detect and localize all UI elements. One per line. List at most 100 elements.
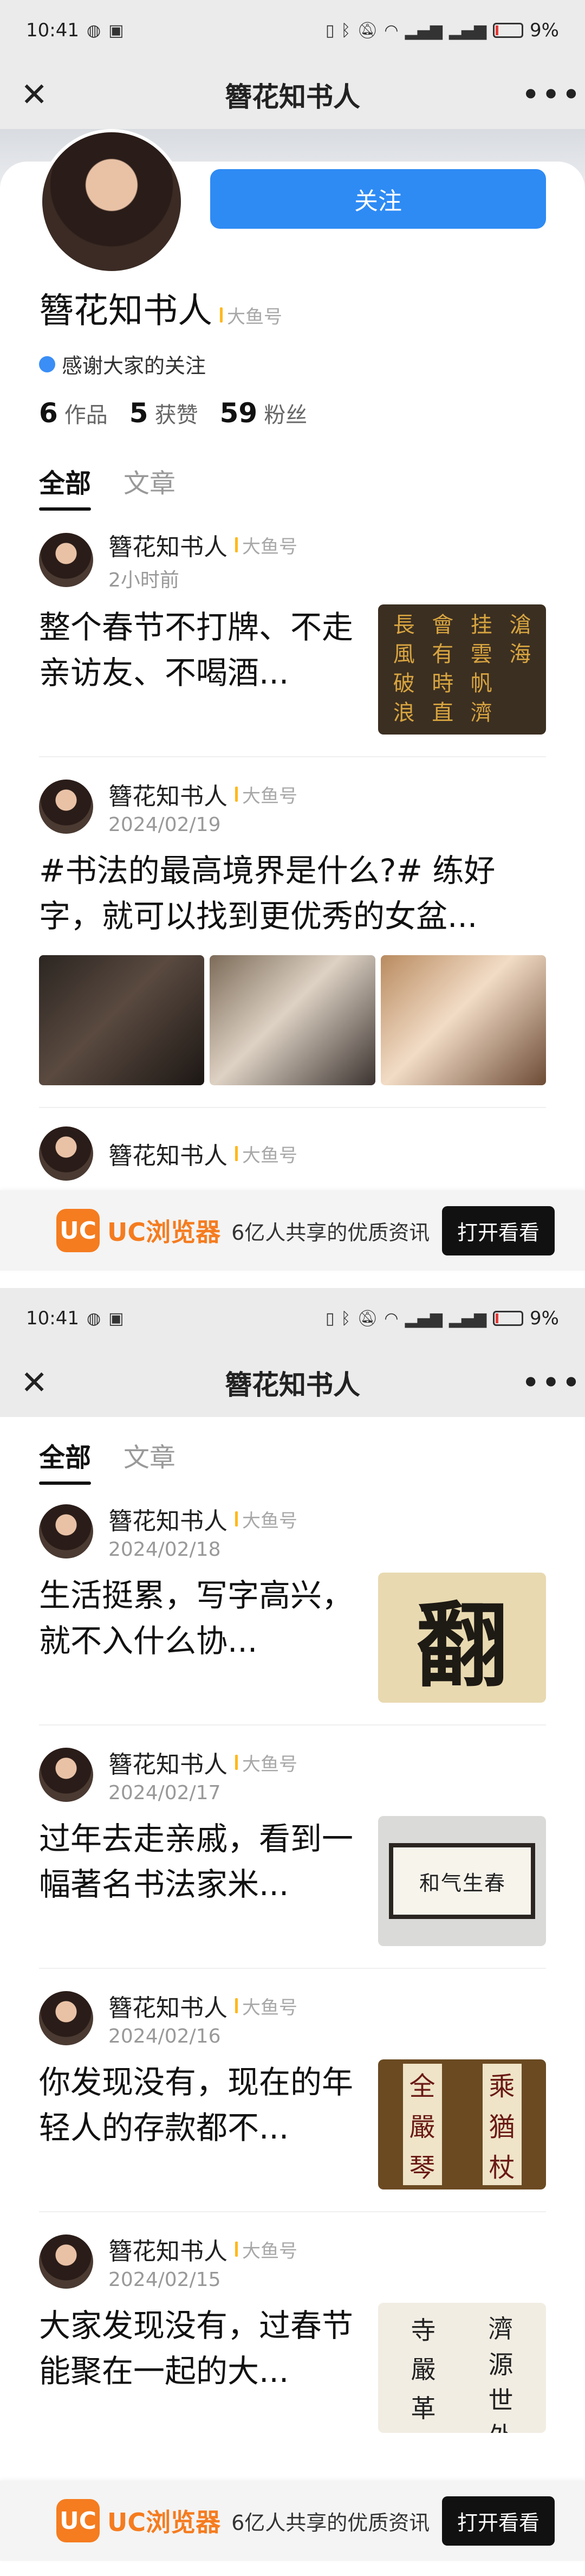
author-avatar[interactable]	[39, 533, 93, 587]
stat-works[interactable]: 6 作品	[39, 397, 108, 429]
status-bar: 10:41 ◍ ▣ ▯ ᛒ 🔕︎ ◠ ▂▄▆ ▂▄▆ 9%	[0, 1288, 585, 1349]
vibrate-icon: ▯	[325, 21, 335, 40]
post-title[interactable]: #书法的最高境界是什么?# 练好字，就可以找到更优秀的女盆...	[39, 848, 546, 939]
account-badge: 大鱼号	[235, 1141, 297, 1167]
uc-promo-bar: UC UC浏览器 6亿人共享的优质资讯 打开看看	[0, 1190, 585, 1271]
post-item[interactable]: 簪花知书人 大鱼号 2024/02/18 生活挺累，写字高兴，就不入什么协...…	[39, 1482, 546, 1725]
post-feed: 簪花知书人 大鱼号 2小时前 整个春节不打牌、不走亲访友、不喝酒... 長會挂滄…	[0, 508, 585, 1181]
post-thumbnail-calligraphy[interactable]: 全嚴琴 乘猶杖	[378, 2059, 546, 2189]
profile-name: 簪花知书人	[39, 291, 212, 331]
post-time: 2小时前	[108, 569, 179, 591]
screenshot-bottom: 10:41 ◍ ▣ ▯ ᛒ 🔕︎ ◠ ▂▄▆ ▂▄▆ 9% ✕ 簪花知书人 ••…	[0, 1288, 585, 2576]
battery-level: 9%	[530, 1308, 559, 1329]
post-item[interactable]: 簪花知书人 大鱼号 2024/02/17 过年去走亲戚，看到一幅著名书法家米..…	[39, 1725, 546, 1969]
author-avatar[interactable]	[39, 1504, 93, 1559]
status-bar: 10:41 ◍ ▣ ▯ ᛒ 🔕︎ ◠ ▂▄▆ ▂▄▆ 9%	[0, 0, 585, 61]
author-name[interactable]: 簪花知书人	[108, 1988, 227, 2023]
signal-icon-2: ▂▄▆	[448, 1309, 487, 1328]
author-name[interactable]: 簪花知书人	[108, 1136, 227, 1171]
content-tabs: 全部 文章	[0, 454, 585, 511]
post-time: 2024/02/19	[108, 814, 221, 836]
uc-brand-name: UC浏览器	[107, 2508, 221, 2537]
signal-icon: ▂▄▆	[405, 1309, 443, 1328]
author-name[interactable]: 簪花知书人	[108, 527, 227, 562]
account-badge: 大鱼号	[220, 302, 282, 329]
tab-all[interactable]: 全部	[39, 462, 92, 511]
uc-promo-bar: UC UC浏览器 6亿人共享的优质资讯 打开看看	[0, 2481, 585, 2561]
bluetooth-icon: ᛒ	[341, 1309, 351, 1328]
post-photo[interactable]	[39, 955, 205, 1085]
author-avatar[interactable]	[39, 1126, 93, 1181]
post-feed: 簪花知书人 大鱼号 2024/02/18 生活挺累，写字高兴，就不入什么协...…	[0, 1482, 585, 2455]
account-badge: 大鱼号	[235, 2236, 297, 2263]
post-thumbnail-calligraphy[interactable]: 翻	[378, 1573, 546, 1703]
mute-icon: 🔕︎	[357, 21, 378, 40]
post-photo[interactable]	[380, 955, 546, 1085]
post-title[interactable]: 过年去走亲戚，看到一幅著名书法家米...	[39, 1816, 362, 1907]
page-title: 簪花知书人	[225, 81, 360, 113]
author-name[interactable]: 簪花知书人	[108, 1745, 227, 1780]
battery-level: 9%	[530, 20, 559, 41]
uc-logo-icon: UC	[56, 2499, 100, 2542]
top-nav: ✕ 簪花知书人 •••	[0, 1349, 585, 1417]
post-time: 2024/02/17	[108, 1782, 221, 1804]
post-photo[interactable]	[210, 955, 375, 1085]
stat-fans[interactable]: 59 粉丝	[220, 397, 308, 429]
post-title[interactable]: 你发现没有，现在的年轻人的存款都不...	[39, 2059, 362, 2150]
wifi-icon: ◠	[384, 1309, 399, 1328]
post-title[interactable]: 生活挺累，写字高兴，就不入什么协...	[39, 1573, 362, 1664]
open-app-button[interactable]: 打开看看	[441, 1206, 555, 1255]
author-name[interactable]: 簪花知书人	[108, 2232, 227, 2266]
author-avatar[interactable]	[39, 2234, 93, 2289]
account-badge: 大鱼号	[235, 1749, 297, 1776]
person-icon	[39, 356, 55, 372]
page-title: 簪花知书人	[225, 1369, 360, 1401]
account-badge: 大鱼号	[235, 781, 297, 808]
nfc-icon: ▣	[108, 21, 124, 40]
uc-slogan: 6亿人共享的优质资讯	[231, 2510, 430, 2535]
post-thumbnail-calligraphy[interactable]: 寺嚴革 濟源世外	[378, 2303, 546, 2433]
more-icon[interactable]: •••	[521, 79, 581, 111]
post-title[interactable]: 大家发现没有，过春节能聚在一起的大...	[39, 2303, 362, 2394]
post-item[interactable]: 簪花知书人 大鱼号 2024/02/15 大家发现没有，过春节能聚在一起的大..…	[39, 2212, 546, 2455]
mute-icon: 🔕︎	[357, 1309, 378, 1328]
profile-card: 关注 簪花知书人 大鱼号 感谢大家的关注 6 作品 5 获赞 59 粉丝	[0, 129, 585, 429]
tab-articles[interactable]: 文章	[123, 462, 176, 500]
stat-likes[interactable]: 5 获赞	[129, 397, 198, 429]
post-item[interactable]: 簪花知书人 大鱼号 2小时前 整个春节不打牌、不走亲访友、不喝酒... 長會挂滄…	[39, 508, 546, 757]
follow-button[interactable]: 关注	[210, 169, 546, 229]
account-badge: 大鱼号	[235, 532, 297, 558]
profile-avatar[interactable]	[39, 129, 184, 274]
post-time: 2024/02/16	[108, 2025, 221, 2047]
open-app-button[interactable]: 打开看看	[441, 2496, 555, 2546]
post-item[interactable]: 簪花知书人 大鱼号 2024/02/16 你发现没有，现在的年轻人的存款都不..…	[39, 1969, 546, 2212]
tab-articles[interactable]: 文章	[123, 1436, 176, 1474]
post-time: 2024/02/15	[108, 2269, 221, 2291]
vibrate-icon: ▯	[325, 1309, 335, 1328]
signal-icon-2: ▂▄▆	[448, 21, 487, 40]
uc-logo-icon: UC	[56, 1209, 100, 1252]
post-title[interactable]: 整个春节不打牌、不走亲访友、不喝酒...	[39, 604, 362, 695]
post-item[interactable]: 簪花知书人 大鱼号 2024/02/19 #书法的最高境界是什么?# 练好字，就…	[39, 757, 546, 1108]
author-avatar[interactable]	[39, 1991, 93, 2045]
post-thumbnail-calligraphy[interactable]: 和气生春	[378, 1816, 546, 1946]
author-name[interactable]: 簪花知书人	[108, 1502, 227, 1536]
post-thumbnail-calligraphy[interactable]: 長會挂滄 風有雲海 破時帆 浪直濟	[378, 604, 546, 735]
tab-all[interactable]: 全部	[39, 1436, 92, 1485]
bluetooth-icon: ᛒ	[341, 21, 351, 40]
profile-stats: 6 作品 5 获赞 59 粉丝	[39, 397, 546, 429]
signal-icon: ▂▄▆	[405, 21, 443, 40]
app-notification-icon: ◍	[86, 1309, 101, 1328]
nfc-icon: ▣	[108, 1309, 124, 1328]
author-avatar[interactable]	[39, 1747, 93, 1802]
post-item-peek[interactable]: 簪花知书人 大鱼号	[39, 1108, 546, 1181]
more-icon[interactable]: •••	[521, 1367, 581, 1399]
app-notification-icon: ◍	[86, 21, 101, 40]
author-avatar[interactable]	[39, 779, 93, 834]
close-icon[interactable]: ✕	[21, 1367, 64, 1399]
account-badge: 大鱼号	[235, 1506, 297, 1532]
post-time: 2024/02/18	[108, 1538, 221, 1561]
top-nav: ✕ 簪花知书人 •••	[0, 61, 585, 129]
close-icon[interactable]: ✕	[21, 79, 64, 111]
author-name[interactable]: 簪花知书人	[108, 777, 227, 812]
